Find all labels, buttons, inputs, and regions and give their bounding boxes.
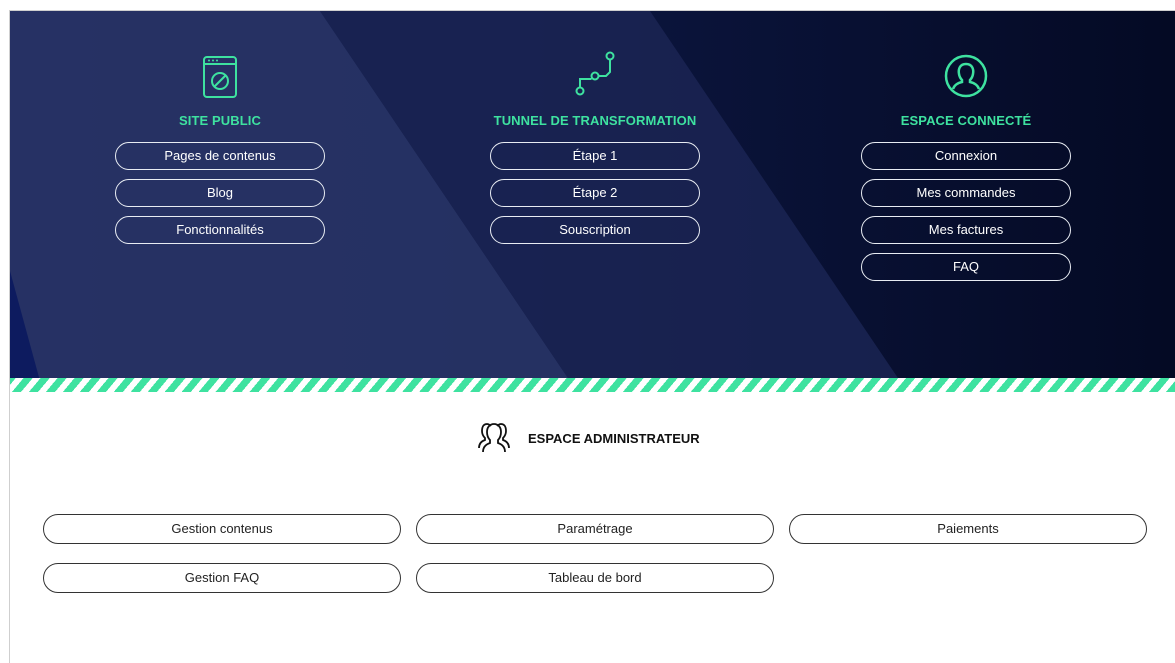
section-espace-connecte: ESPACE CONNECTÉ Connexion Mes commandes … [816, 41, 1116, 290]
section-title: SITE PUBLIC [179, 113, 261, 128]
item-etape-1[interactable]: Étape 1 [490, 142, 700, 170]
admin-item-gestion-faq[interactable]: Gestion FAQ [43, 563, 401, 593]
section-title: TUNNEL DE TRANSFORMATION [493, 113, 697, 128]
item-etape-2[interactable]: Étape 2 [490, 179, 700, 207]
stripe-divider [10, 378, 1175, 392]
item-mes-factures[interactable]: Mes factures [861, 216, 1071, 244]
admin-header: ESPACE ADMINISTRATEUR [470, 418, 700, 459]
section-tunnel: TUNNEL DE TRANSFORMATION Étape 1 Étape 2… [445, 41, 745, 253]
item-souscription[interactable]: Souscription [490, 216, 700, 244]
item-blog[interactable]: Blog [115, 179, 325, 207]
user-circle-icon [816, 41, 1116, 99]
admin-title: ESPACE ADMINISTRATEUR [528, 431, 700, 446]
users-group-icon [470, 418, 518, 459]
admin-item-tableau-de-bord[interactable]: Tableau de bord [416, 563, 774, 593]
section-title: ESPACE CONNECTÉ [900, 113, 1032, 128]
hero-panel: SITE PUBLIC Pages de contenus Blog Fonct… [10, 11, 1175, 381]
item-faq[interactable]: FAQ [861, 253, 1071, 281]
item-fonctionnalites[interactable]: Fonctionnalités [115, 216, 325, 244]
item-pages-de-contenus[interactable]: Pages de contenus [115, 142, 325, 170]
admin-item-gestion-contenus[interactable]: Gestion contenus [43, 514, 401, 544]
browser-window-icon [70, 41, 370, 99]
item-mes-commandes[interactable]: Mes commandes [861, 179, 1071, 207]
admin-item-parametrage[interactable]: Paramétrage [416, 514, 774, 544]
path-nodes-icon [445, 41, 745, 99]
section-site-public: SITE PUBLIC Pages de contenus Blog Fonct… [70, 41, 370, 253]
item-connexion[interactable]: Connexion [861, 142, 1071, 170]
admin-item-paiements[interactable]: Paiements [789, 514, 1147, 544]
